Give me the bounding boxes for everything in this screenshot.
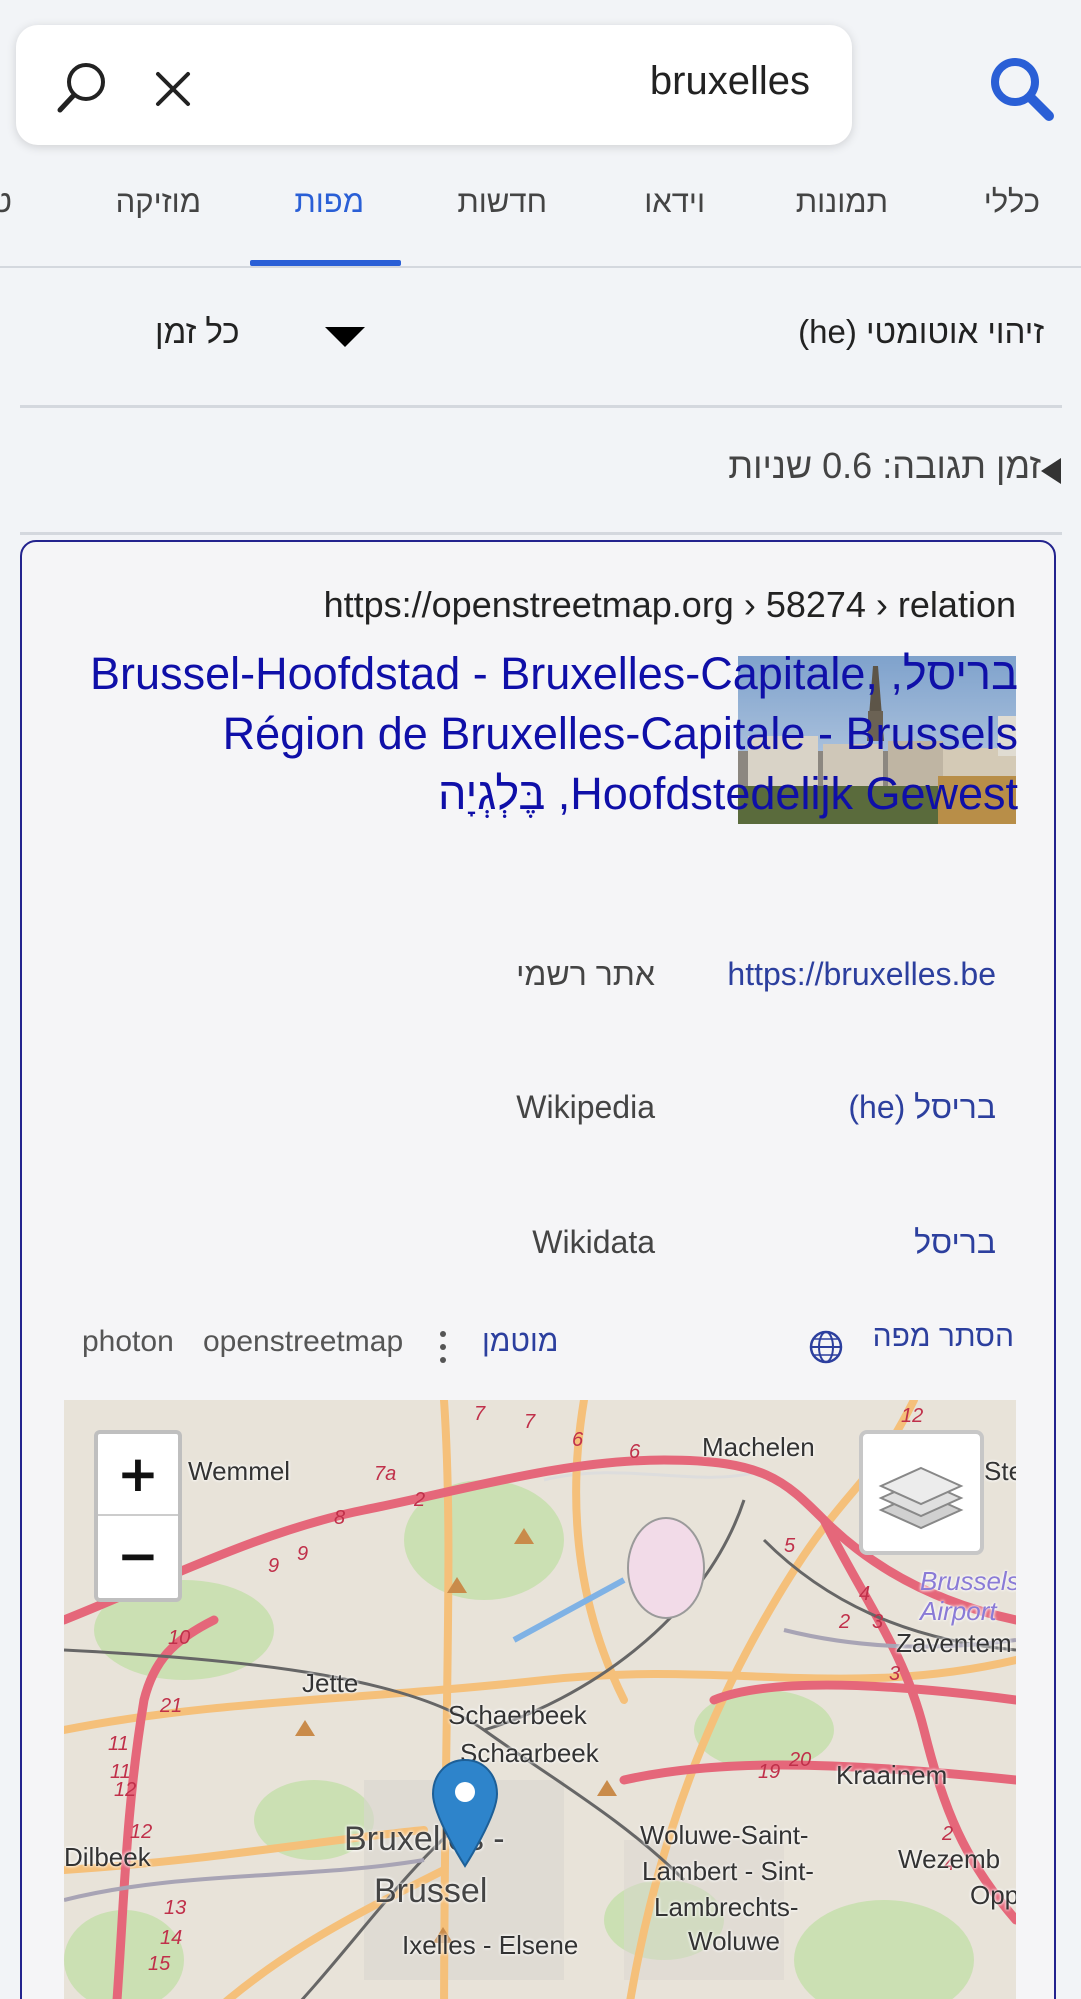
- svg-text:19: 19: [758, 1761, 780, 1783]
- map-label-jette: Jette: [302, 1668, 359, 1698]
- svg-text:12: 12: [130, 1821, 152, 1843]
- map-label-wemmel: Wemmel: [188, 1456, 291, 1486]
- close-icon[interactable]: [148, 64, 198, 114]
- svg-text:13: 13: [164, 1897, 186, 1919]
- map-label-brussel: Brussel: [374, 1872, 488, 1910]
- globe-icon: [809, 1330, 843, 1364]
- svg-text:14: 14: [160, 1927, 182, 1949]
- info-value-wikipedia[interactable]: (he) בריסל: [848, 1089, 996, 1126]
- map-label-ste: Ste: [984, 1456, 1016, 1486]
- engine-openstreetmap: openstreetmap: [203, 1325, 404, 1358]
- time-filter[interactable]: כל זמן: [155, 313, 240, 351]
- result-title[interactable]: בריסל, Brussel-Hoofdstad - Bruxelles-Cap…: [82, 644, 1018, 824]
- search-submit-icon[interactable]: [985, 52, 1057, 124]
- svg-text:20: 20: [788, 1749, 811, 1771]
- zoom-control: + −: [94, 1430, 182, 1602]
- map-pin-icon[interactable]: [430, 1758, 500, 1868]
- info-label-wikipedia: Wikipedia: [516, 1089, 655, 1125]
- svg-text:9: 9: [297, 1543, 308, 1565]
- svg-text:2: 2: [941, 1823, 953, 1845]
- tab-videos[interactable]: וידאו: [644, 184, 705, 220]
- svg-text:6: 6: [572, 1429, 584, 1451]
- svg-text:2: 2: [413, 1489, 425, 1511]
- tab-more[interactable]: ט: [0, 184, 12, 220]
- search-input[interactable]: bruxelles: [650, 59, 810, 104]
- active-tab-indicator: [250, 260, 401, 266]
- svg-text:15: 15: [148, 1953, 171, 1975]
- language-filter[interactable]: זיהוי אוטומטי (he): [798, 313, 1044, 351]
- svg-text:9: 9: [268, 1555, 279, 1577]
- map-view[interactable]: 77 66 7a 2 89 9 10 21 11 11 12 12 13 14 15 54 …: [64, 1400, 1016, 1999]
- layers-button[interactable]: [859, 1430, 984, 1555]
- tab-news[interactable]: חדשות: [457, 184, 547, 220]
- map-label-oppe: Oppe: [970, 1880, 1016, 1910]
- tab-maps[interactable]: מפות: [294, 184, 364, 220]
- map-label-airport: Brussels: [920, 1566, 1016, 1596]
- category-tabs: כללי תמונות וידאו חדשות מפות מוזיקה ט: [0, 168, 1081, 268]
- map-label-ixelles: Ixelles - Elsene: [402, 1930, 579, 1960]
- map-label-woluwe-3: Lambrechts-: [654, 1892, 799, 1922]
- chevron-down-icon[interactable]: [325, 327, 365, 347]
- svg-text:7: 7: [474, 1403, 486, 1425]
- map-label-machelen: Machelen: [702, 1432, 815, 1462]
- info-label-wikidata: Wikidata: [532, 1224, 655, 1260]
- svg-text:5: 5: [784, 1535, 796, 1557]
- svg-text:2: 2: [838, 1611, 850, 1633]
- svg-text:12: 12: [901, 1405, 923, 1427]
- map-label-schaerbeek: Schaerbeek: [448, 1700, 587, 1730]
- map-label-dilbeek: Dilbeek: [64, 1842, 151, 1872]
- svg-text:3: 3: [889, 1663, 900, 1685]
- result-card: https://openstreetmap.org › 58274 › rela…: [20, 540, 1056, 1999]
- svg-text:6: 6: [629, 1441, 641, 1463]
- search-box[interactable]: bruxelles: [16, 25, 852, 145]
- map-label-woluwe-4: Woluwe: [688, 1926, 781, 1956]
- engine-photon: photon: [82, 1325, 174, 1358]
- expand-arrow-icon[interactable]: [1041, 458, 1061, 484]
- map-label-kraainem: Kraainem: [836, 1760, 948, 1790]
- svg-text:3: 3: [872, 1611, 883, 1633]
- map-label-wezemb: Wezemb: [898, 1844, 1001, 1874]
- layers-icon: [878, 1466, 964, 1530]
- divider: [20, 532, 1062, 535]
- map-label-woluwe-1: Woluwe-Saint-: [640, 1820, 809, 1850]
- info-label-official-site: אתר רשמי: [516, 956, 655, 992]
- map-label-airport-2: Airport: [920, 1596, 997, 1626]
- info-value-official-site[interactable]: https://bruxelles.be: [727, 956, 996, 993]
- tab-images[interactable]: תמונות: [796, 184, 888, 220]
- tab-music[interactable]: מוזיקה: [116, 184, 201, 220]
- zoom-in-button[interactable]: +: [98, 1434, 178, 1516]
- map-label-woluwe-2: Lambert - Sint-: [642, 1856, 814, 1886]
- svg-text:10: 10: [168, 1627, 190, 1649]
- tab-general[interactable]: כללי: [984, 184, 1040, 220]
- cached-link[interactable]: מוטמן: [482, 1325, 558, 1359]
- svg-text:4: 4: [859, 1583, 870, 1605]
- response-time[interactable]: זמן תגובה: 0.6 שניות: [728, 445, 1041, 487]
- svg-text:7a: 7a: [374, 1463, 396, 1485]
- map-label-zaventem: Zaventem: [896, 1628, 1012, 1658]
- svg-text:8: 8: [334, 1507, 345, 1529]
- divider: [20, 405, 1062, 408]
- svg-text:21: 21: [159, 1695, 182, 1717]
- result-url[interactable]: https://openstreetmap.org › 58274 › rela…: [324, 584, 1016, 626]
- info-value-wikidata[interactable]: בריסל: [914, 1224, 996, 1261]
- more-options-icon[interactable]: [437, 1329, 449, 1365]
- svg-text:11: 11: [108, 1733, 129, 1755]
- svg-text:12: 12: [114, 1779, 136, 1801]
- search-icon[interactable]: [52, 58, 112, 118]
- zoom-out-button[interactable]: −: [98, 1516, 178, 1598]
- hide-map-link[interactable]: הסתר מפה: [873, 1320, 1014, 1354]
- svg-text:7: 7: [524, 1411, 536, 1433]
